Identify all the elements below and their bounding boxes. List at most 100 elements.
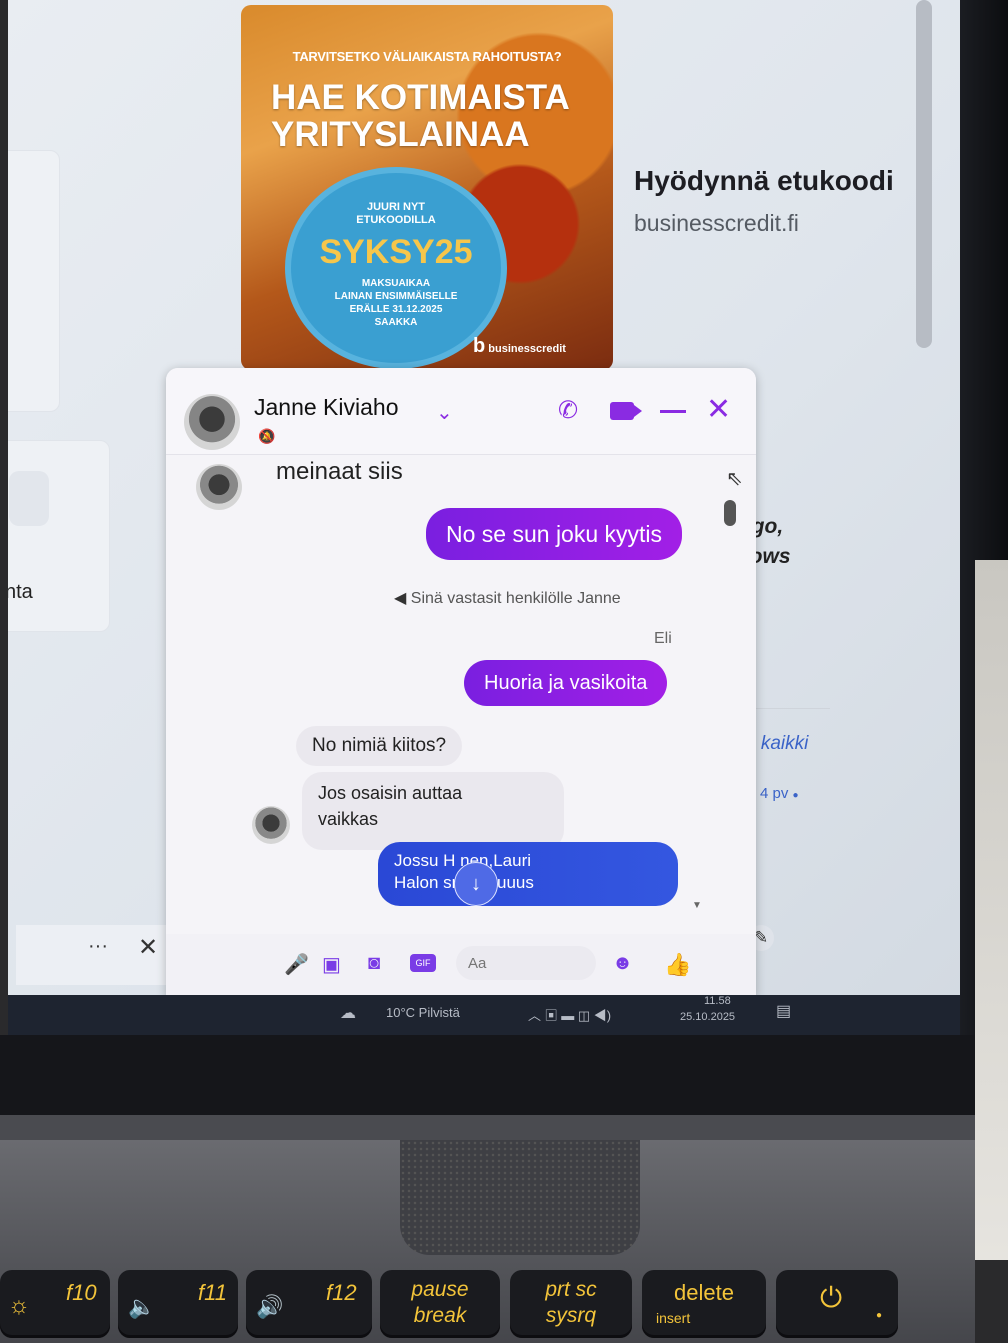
key-power[interactable]: ⏻ ● (776, 1270, 898, 1338)
sender-avatar (252, 806, 290, 844)
reply-arrow-icon: ◀ (394, 590, 407, 607)
key-f12[interactable]: 🔊 f12 (246, 1270, 372, 1338)
contact-avatar[interactable] (184, 394, 240, 450)
weather-icon: ☁ (340, 1005, 356, 1022)
notifications-icon[interactable]: ▤ (776, 1001, 791, 1021)
messenger-chat-window: Janne Kiviaho ⌄ 🔕 ✆ ✕ meinaat siis ⇖ No … (166, 368, 756, 995)
reply-notice: ◀ Sinä vastasit henkilölle Janne (394, 588, 621, 608)
key-sysrq-label: sysrq (545, 1304, 597, 1327)
volume-down-icon: 🔈 (128, 1294, 156, 1319)
close-chat-icon[interactable]: ✕ (706, 392, 731, 427)
key-pause-label: pause (411, 1278, 469, 1301)
page-scrollbar[interactable] (916, 0, 932, 348)
close-icon[interactable]: ✕ (138, 933, 158, 962)
badge-bottom-line1: MAKSUAIKAA (361, 278, 431, 289)
key-prtsc-label: prt sc (545, 1278, 597, 1301)
brightness-icon: ☼ (8, 1292, 30, 1319)
video-call-icon[interactable] (610, 402, 642, 420)
badge-top-line1: JUURI NYT (366, 201, 426, 213)
message-input[interactable] (456, 946, 596, 980)
key-prtsc[interactable]: prt sc sysrq (510, 1270, 632, 1338)
chat-scroll-thumb[interactable] (724, 500, 736, 526)
promo-code: SYKSY25 (319, 233, 473, 271)
time-ago-text: 4 pv (760, 785, 789, 802)
badge-bottom-line4: SAAKKA (374, 317, 418, 328)
chevron-down-icon[interactable]: ⌄ (436, 400, 453, 425)
message-in-line2: vaikkas (318, 809, 379, 829)
badge-bottom-line3: ERÄLLE 31.12.2025 (349, 304, 443, 315)
volume-up-icon: 🔊 (256, 1294, 284, 1319)
message-in-line1: Jos osaisin auttaa (318, 783, 463, 803)
message-out: No se sun joku kyytis (426, 508, 683, 560)
quoted-message: Eli (654, 630, 672, 647)
clock-date[interactable]: 25.10.2025 (680, 1011, 735, 1023)
ad-subheading: TARVITSETKO VÄLIAIKAISTA RAHOITUSTA? (292, 49, 562, 64)
left-panel-card-2: nta (8, 440, 110, 632)
key-f11[interactable]: 🔈 f11 (118, 1270, 238, 1338)
sticker-icon[interactable]: ◙ (368, 952, 380, 975)
weather-text[interactable]: 10°C Pilvistä (386, 1005, 460, 1020)
scroll-arrow-icon[interactable]: ▼ (692, 900, 702, 911)
badge-top-line2: ETUKOODILLA (356, 214, 436, 226)
left-panel-card (8, 150, 60, 412)
message-out-line1: Jossu H nen,Lauri (394, 851, 532, 870)
sender-avatar (196, 464, 242, 510)
badge-bottom-line2: LAINAN ENSIMMÄISELLE (334, 291, 458, 302)
time-ago-label: 4 pv ● (760, 785, 799, 802)
video-call-icon-lens (634, 405, 642, 417)
message-out: Jossu H nen,Lauri Halon snitchouuus (378, 842, 678, 906)
muted-bell-icon: 🔕 (258, 428, 276, 444)
key-insert-label: insert (656, 1310, 691, 1326)
laptop-screen: nta TARVITSETKO VÄLIAIKAISTA RAHOITUSTA?… (8, 0, 968, 995)
minimized-chat-bar: ··· ✕ (16, 925, 166, 985)
speaker-grille (400, 1140, 640, 1255)
clock-time[interactable]: 11.58 (704, 995, 731, 1007)
message-in: meinaat siis (276, 458, 403, 485)
ad-domain[interactable]: businesscredit.fi (634, 210, 799, 237)
ad-logo: b businesscredit (473, 335, 583, 358)
power-icon: ⏻ (820, 1282, 843, 1313)
left-panel-placeholder (9, 471, 49, 526)
key-break-label: break (413, 1304, 467, 1327)
left-panel-text: nta (8, 581, 33, 603)
badge-bottom-text: MAKSUAIKAA LAINAN ENSIMMÄISELLE ERÄLLE 3… (301, 277, 491, 329)
message-in: Jos osaisin auttaa vaikkas (302, 772, 564, 850)
b-logo-icon: b (473, 335, 486, 357)
ad-title[interactable]: Hyödynnä etukoodi (634, 165, 894, 197)
key-delete[interactable]: delete insert (642, 1270, 766, 1338)
minimize-icon[interactable] (660, 410, 686, 413)
sponsored-ad-image[interactable]: TARVITSETKO VÄLIAIKAISTA RAHOITUSTA? HAE… (241, 5, 613, 370)
message-in: No nimiä kiitos? (296, 726, 463, 766)
ad-headline: HAE KOTIMAISTA YRITYSLAINAA (271, 79, 591, 153)
scroll-down-icon[interactable]: ↓ (454, 862, 498, 906)
image-icon[interactable]: ▣ (322, 952, 341, 977)
reply-notice-text: Sinä vastasit henkilölle Janne (410, 590, 621, 607)
tray-icons[interactable]: ︿ ▣ ▬ ◫ ◀) (528, 1005, 611, 1024)
ad-logo-text: businesscredit (488, 343, 566, 355)
ad-headline-line1: HAE KOTIMAISTA (271, 78, 570, 117)
background-desk (975, 560, 1008, 1260)
key-delete-label: delete (674, 1280, 734, 1305)
key-f10[interactable]: ☼ f10 (0, 1270, 110, 1338)
chat-header: Janne Kiviaho ⌄ 🔕 ✆ ✕ (166, 368, 756, 455)
gif-icon[interactable]: GIF (410, 954, 436, 972)
cursor-icon: ⇖ (726, 468, 743, 490)
message-composer: 🎤 ▣ ◙ GIF ☻ 👍 (166, 934, 756, 995)
ad-headline-line2: YRITYSLAINAA (271, 115, 530, 154)
key-f10-label: f10 (66, 1280, 97, 1305)
phone-icon[interactable]: ✆ (558, 396, 578, 425)
message-out-line2: Halon snitchouuus (394, 873, 534, 892)
taskbar: ☁ 10°C Pilvistä ︿ ▣ ▬ ◫ ◀) 11.58 25.10.2… (8, 995, 968, 1035)
key-f11-label: f11 (198, 1280, 227, 1305)
power-led-icon: ● (876, 1310, 883, 1321)
key-pause[interactable]: pause break (380, 1270, 500, 1338)
badge-top-text: JUURI NYT ETUKOODILLA (291, 201, 501, 227)
message-out: Huoria ja vasikoita (464, 660, 668, 706)
unread-dot-icon: ● (792, 790, 799, 801)
emoji-icon[interactable]: ☻ (612, 952, 633, 975)
microphone-icon[interactable]: 🎤 (284, 952, 309, 977)
contact-name[interactable]: Janne Kiviaho (254, 394, 399, 421)
key-f12-label: f12 (326, 1280, 357, 1305)
more-options-icon[interactable]: ··· (88, 935, 108, 958)
thumbs-up-icon[interactable]: 👍 (664, 952, 691, 978)
